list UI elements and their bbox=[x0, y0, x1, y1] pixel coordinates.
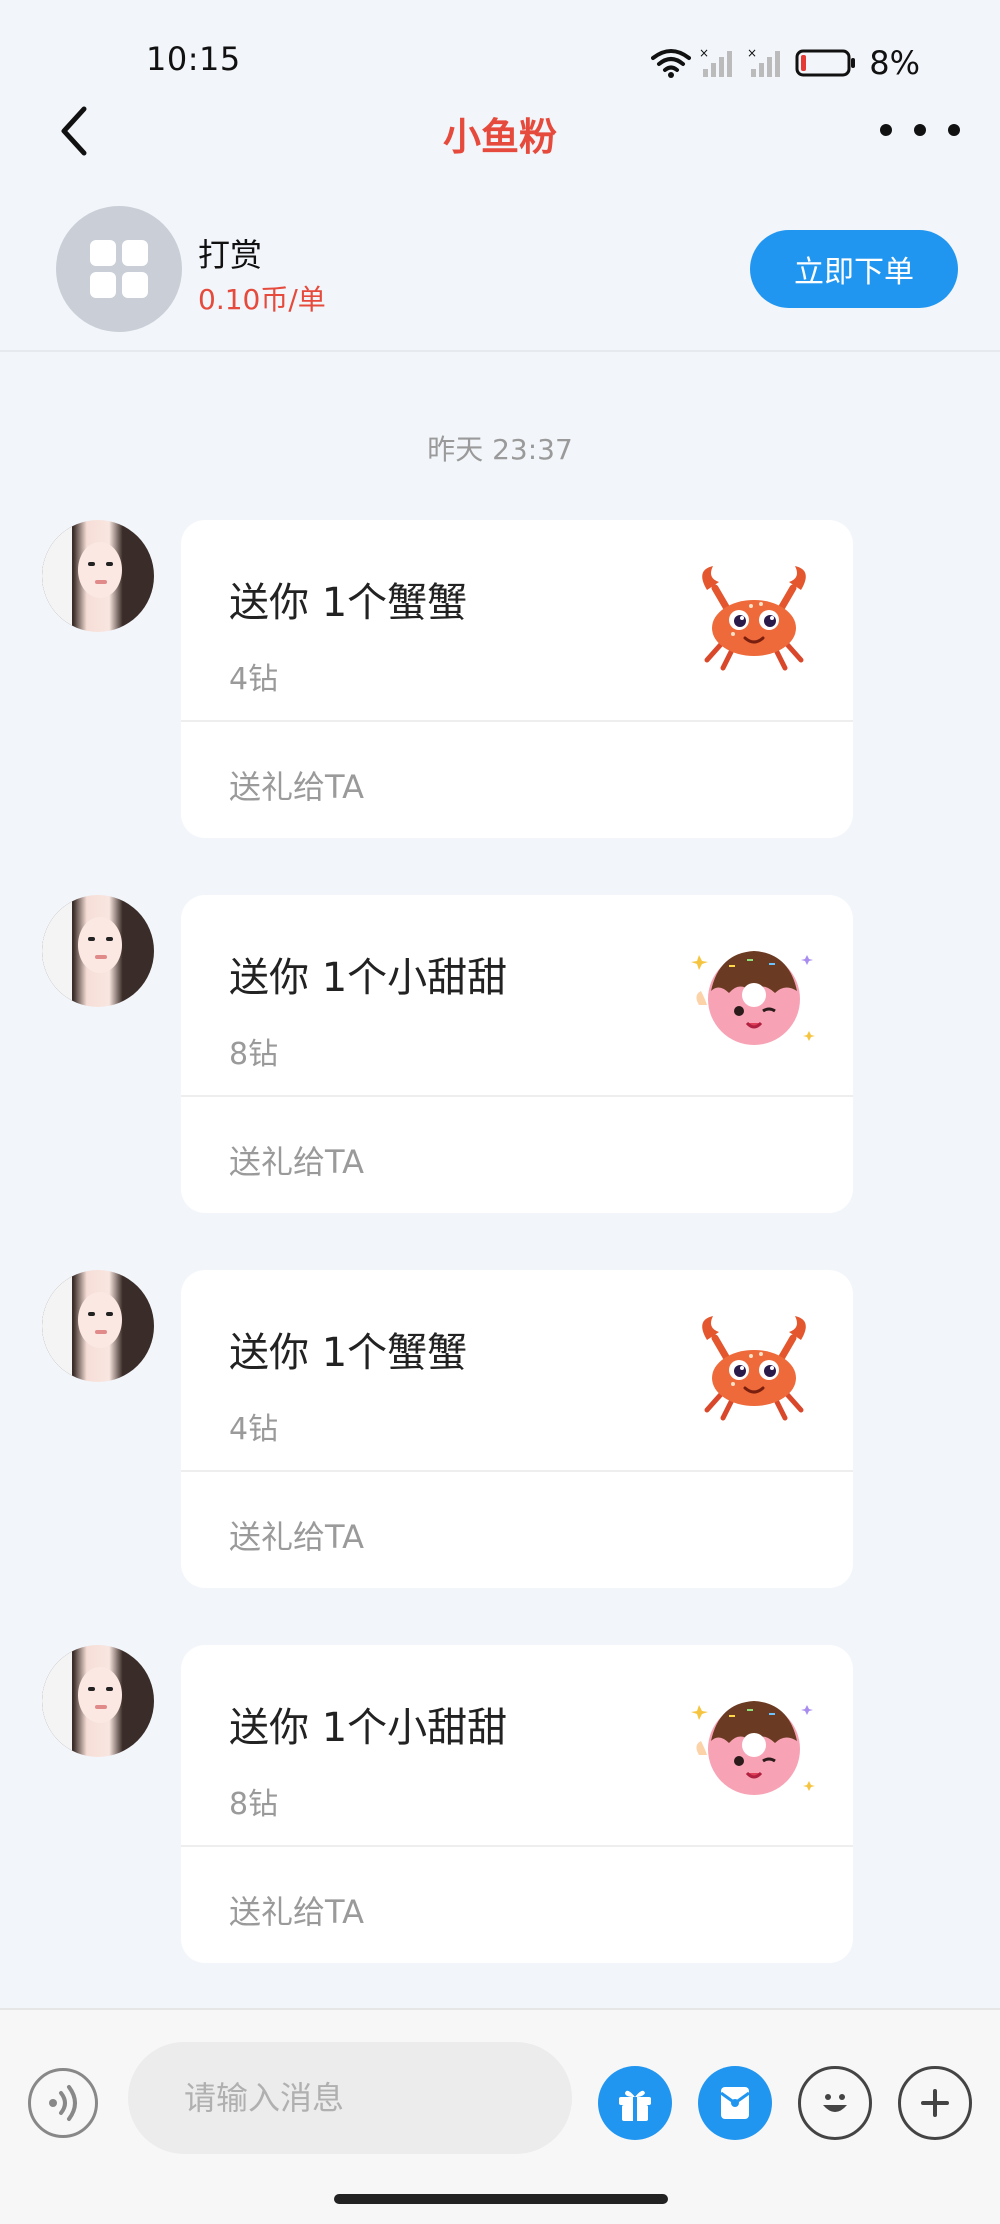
order-now-button[interactable]: 立即下单 bbox=[750, 230, 958, 308]
home-indicator bbox=[334, 2194, 668, 2204]
divider bbox=[181, 1845, 853, 1847]
more-dot-icon bbox=[880, 124, 892, 136]
crab-icon bbox=[702, 1316, 806, 1421]
more-actions-button[interactable] bbox=[898, 2066, 972, 2140]
gift-button[interactable] bbox=[598, 2066, 672, 2140]
gift-price: 8钻 bbox=[229, 1037, 279, 1072]
battery-percent: 8% bbox=[869, 44, 920, 82]
send-gift-link[interactable]: 送礼给TA bbox=[229, 1887, 364, 1933]
gift-price: 4钻 bbox=[229, 1412, 279, 1447]
send-gift-link[interactable]: 送礼给TA bbox=[229, 1137, 364, 1183]
gift-price: 8钻 bbox=[229, 1787, 279, 1822]
send-gift-link[interactable]: 送礼给TA bbox=[229, 762, 364, 808]
avatar[interactable] bbox=[42, 1645, 154, 1757]
avatar[interactable] bbox=[42, 1270, 154, 1382]
divider bbox=[181, 720, 853, 722]
nav-bar: 小鱼粉 bbox=[0, 96, 1000, 186]
gift-title: 送你 1个小甜甜 bbox=[229, 1705, 508, 1751]
avatar[interactable] bbox=[42, 895, 154, 1007]
avatar[interactable] bbox=[42, 520, 154, 632]
gift-card[interactable]: 送你 1个小甜甜 8钻 送礼给TA bbox=[181, 1645, 853, 1963]
service-name: 打赏 bbox=[198, 236, 263, 274]
status-time: 10:15 bbox=[146, 40, 241, 78]
gift-title: 送你 1个蟹蟹 bbox=[229, 580, 468, 626]
donut-icon bbox=[691, 1701, 815, 1795]
more-dot-icon bbox=[914, 124, 926, 136]
chat-message: 送你 1个蟹蟹 4钻 送礼给TA bbox=[0, 520, 1000, 840]
chat-message: 送你 1个蟹蟹 4钻 送礼给TA bbox=[0, 1270, 1000, 1590]
service-grid-icon bbox=[56, 206, 182, 332]
donut-icon bbox=[691, 951, 815, 1045]
gift-card[interactable]: 送你 1个蟹蟹 4钻 送礼给TA bbox=[181, 520, 853, 838]
page-title: 小鱼粉 bbox=[442, 115, 557, 159]
chat-message: 送你 1个小甜甜 8钻 送礼给TA bbox=[0, 1645, 1000, 1965]
divider bbox=[181, 1095, 853, 1097]
chat-message: 送你 1个小甜甜 8钻 送礼给TA bbox=[0, 895, 1000, 1215]
more-dot-icon bbox=[948, 124, 960, 136]
plus-icon bbox=[921, 2089, 949, 2117]
more-options-button[interactable] bbox=[880, 110, 960, 150]
emoji-button[interactable] bbox=[798, 2066, 872, 2140]
red-packet-icon bbox=[720, 2087, 750, 2119]
signal-icon: × bbox=[699, 47, 733, 77]
service-price: 0.10币/单 bbox=[198, 283, 326, 316]
input-bar bbox=[0, 2008, 1000, 2224]
battery-icon bbox=[795, 49, 856, 77]
wifi-icon bbox=[651, 49, 692, 78]
voice-icon bbox=[49, 2085, 77, 2121]
status-bar: 10:15 × × 8% bbox=[0, 0, 1000, 100]
gift-card[interactable]: 送你 1个蟹蟹 4钻 送礼给TA bbox=[181, 1270, 853, 1588]
signal-icon: × bbox=[747, 47, 781, 77]
smiley-icon bbox=[823, 2094, 847, 2112]
red-packet-button[interactable] bbox=[698, 2066, 772, 2140]
voice-button[interactable] bbox=[28, 2068, 98, 2138]
status-icons: × × 8% bbox=[651, 44, 920, 82]
send-gift-link[interactable]: 送礼给TA bbox=[229, 1512, 364, 1558]
divider bbox=[181, 1470, 853, 1472]
service-banner: 打赏 0.10币/单 立即下单 bbox=[0, 190, 1000, 352]
gift-title: 送你 1个小甜甜 bbox=[229, 955, 508, 1001]
chat-timestamp: 昨天 23:37 bbox=[427, 433, 573, 466]
gift-card[interactable]: 送你 1个小甜甜 8钻 送礼给TA bbox=[181, 895, 853, 1213]
gift-icon bbox=[619, 2090, 651, 2121]
message-input[interactable] bbox=[128, 2042, 572, 2154]
svg-text:×: × bbox=[747, 47, 757, 60]
gift-price: 4钻 bbox=[229, 662, 279, 697]
svg-text:×: × bbox=[699, 47, 709, 60]
gift-title: 送你 1个蟹蟹 bbox=[229, 1330, 468, 1376]
crab-icon bbox=[702, 566, 806, 671]
